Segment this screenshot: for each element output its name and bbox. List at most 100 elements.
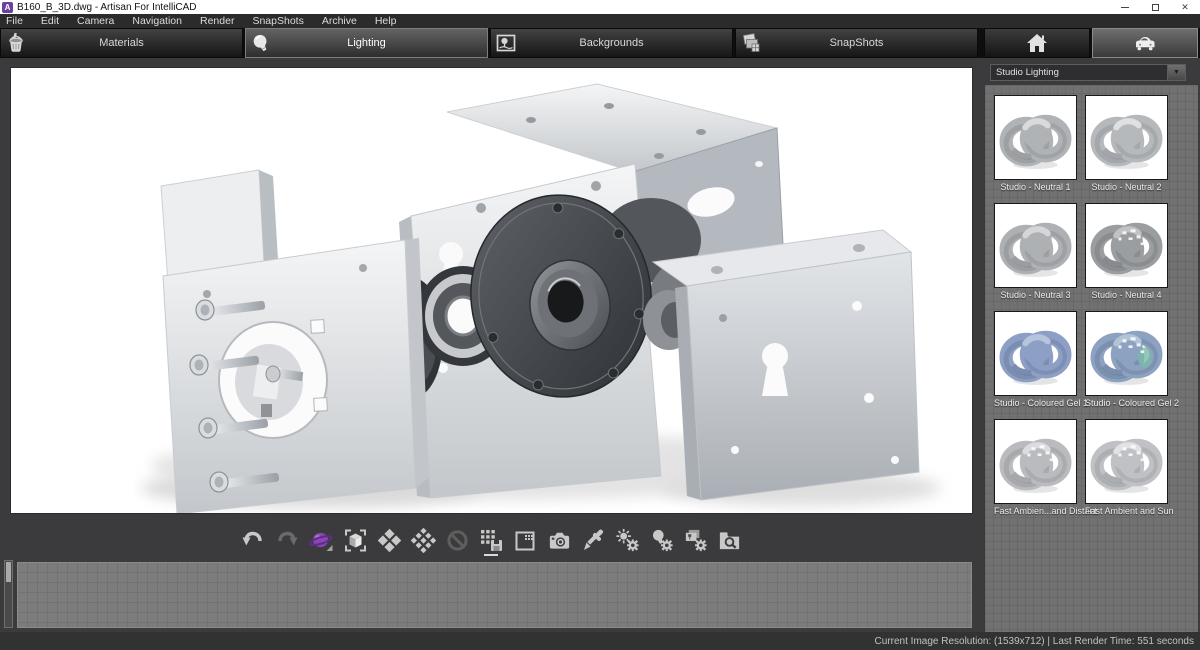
torus-knot-icon [1088,98,1165,177]
scrollbar-thumb[interactable] [6,562,11,582]
redo-icon [275,528,299,552]
torus-knot-icon [1088,422,1165,501]
menu-help[interactable]: Help [375,15,397,27]
lighting-preset: Fast Ambien...and Distant [994,419,1077,518]
preset-thumbnail[interactable] [994,203,1077,288]
four-diamonds-icon [377,528,402,553]
torus-knot-icon [1088,314,1165,393]
render-toolbar [0,520,982,560]
menu-edit[interactable]: Edit [41,15,59,27]
preset-thumbnail[interactable] [1085,95,1168,180]
gearbox-render [11,68,972,513]
lighting-preset: Studio - Neutral 2 [1085,95,1168,194]
preset-grid: Studio - Neutral 1 [985,85,1198,632]
render-viewport[interactable] [11,68,972,513]
paint-bucket-icon [1,32,31,54]
tab-lighting-label: Lighting [246,37,487,49]
tab-backgrounds[interactable]: Backgrounds [490,28,733,58]
dropdown-value: Studio Lighting [991,67,1167,78]
preset-label: Studio - Coloured Gel 2 [1085,398,1168,410]
home-icon [1025,31,1049,55]
vehicle-view-button[interactable] [1092,28,1198,58]
render-planet-button[interactable] [309,526,334,554]
preset-thumbnail[interactable] [1085,203,1168,288]
bulb-gear-icon [649,527,674,553]
restore-button[interactable] [1140,0,1170,14]
preset-label: Studio - Neutral 3 [994,290,1077,302]
preset-thumbnail[interactable] [994,419,1077,504]
lighting-preset: Studio - Coloured Gel 2 [1085,311,1168,410]
menu-file[interactable]: File [6,15,23,27]
lighting-preset: Studio - Coloured Gel 1 [994,311,1077,410]
menu-camera[interactable]: Camera [77,15,114,27]
preset-label: Fast Ambien...and Distant [994,506,1077,518]
torus-knot-icon [997,314,1074,393]
lighting-settings-button[interactable] [615,526,640,554]
no-sign-icon [445,528,470,553]
app-logo-icon: A [2,2,13,13]
lighting-preset: Studio - Neutral 3 [994,203,1077,302]
planet-icon [309,528,334,553]
statusbar: Current Image Resolution: (1539x712) | L… [0,632,1200,650]
image-gear-icon [683,527,708,553]
active-marker [484,554,498,556]
cube-brackets-icon [343,528,368,553]
dot-grid-button[interactable] [411,526,436,554]
menu-navigation[interactable]: Navigation [132,15,182,27]
menu-snapshots[interactable]: SnapShots [252,15,303,27]
lighting-panel: Studio Lighting ▼ [982,58,1200,632]
preset-thumbnail[interactable] [1085,419,1168,504]
home-view-button[interactable] [984,28,1090,58]
photos-icon [736,32,766,54]
application-window: A B160_B_3D.dwg - Artisan For IntelliCAD… [0,0,1200,650]
lighting-preset: Fast Ambient and Sun [1085,419,1168,518]
browse-library-button[interactable] [717,526,742,554]
undo-button[interactable] [241,526,266,554]
preset-label: Fast Ambient and Sun [1085,506,1168,518]
tab-snapshots[interactable]: SnapShots [735,28,978,58]
menubar: File Edit Camera Navigation Render SnapShots A… [0,14,1200,28]
sun-gear-icon [615,527,640,553]
preset-thumbnail[interactable] [994,95,1077,180]
cancel-render-button[interactable] [445,526,470,554]
window-controls: ✕ [1110,0,1200,14]
preset-label: Studio - Neutral 4 [1085,290,1168,302]
lighting-category-dropdown[interactable]: Studio Lighting ▼ [990,64,1186,81]
tab-materials[interactable]: Materials [0,28,243,58]
preset-thumbnail[interactable] [994,311,1077,396]
save-resolution-button[interactable] [479,526,504,554]
bulb-settings-button[interactable] [649,526,674,554]
tab-lighting[interactable]: Lighting [245,28,488,58]
undo-icon [241,528,265,552]
chevron-down-icon[interactable]: ▼ [1167,65,1185,80]
tab-snapshots-label: SnapShots [736,37,977,49]
snapshot-filmstrip[interactable] [17,562,972,628]
redo-button[interactable] [275,526,300,554]
lighting-preset: Studio - Neutral 4 [1085,203,1168,302]
menu-archive[interactable]: Archive [322,15,357,27]
camera-icon [547,528,572,553]
render-region-button[interactable] [343,526,368,554]
preset-thumbnail[interactable] [1085,311,1168,396]
filmstrip-scrollbar[interactable] [4,560,13,628]
window-title: B160_B_3D.dwg - Artisan For IntelliCAD [17,2,197,13]
eyedropper-icon [581,528,606,553]
background-settings-button[interactable] [683,526,708,554]
tabbar: Materials Lighting [0,28,1200,58]
four-diamonds-button[interactable] [377,526,402,554]
frame-resolution-button[interactable] [513,526,538,554]
status-text: Current Image Resolution: (1539x712) | L… [875,636,1194,647]
torus-knot-icon [997,422,1074,501]
close-button[interactable]: ✕ [1170,0,1200,14]
torus-knot-icon [1088,206,1165,285]
preset-label: Studio - Neutral 2 [1085,182,1168,194]
menu-render[interactable]: Render [200,15,234,27]
frame-grid-icon [513,528,538,553]
minimize-button[interactable] [1110,0,1140,14]
eyedropper-button[interactable] [581,526,606,554]
dot-grid-icon [411,528,436,553]
light-bulb-icon [246,32,276,54]
folder-search-icon [717,528,742,553]
snapshot-camera-button[interactable] [547,526,572,554]
car-icon [1132,31,1158,55]
